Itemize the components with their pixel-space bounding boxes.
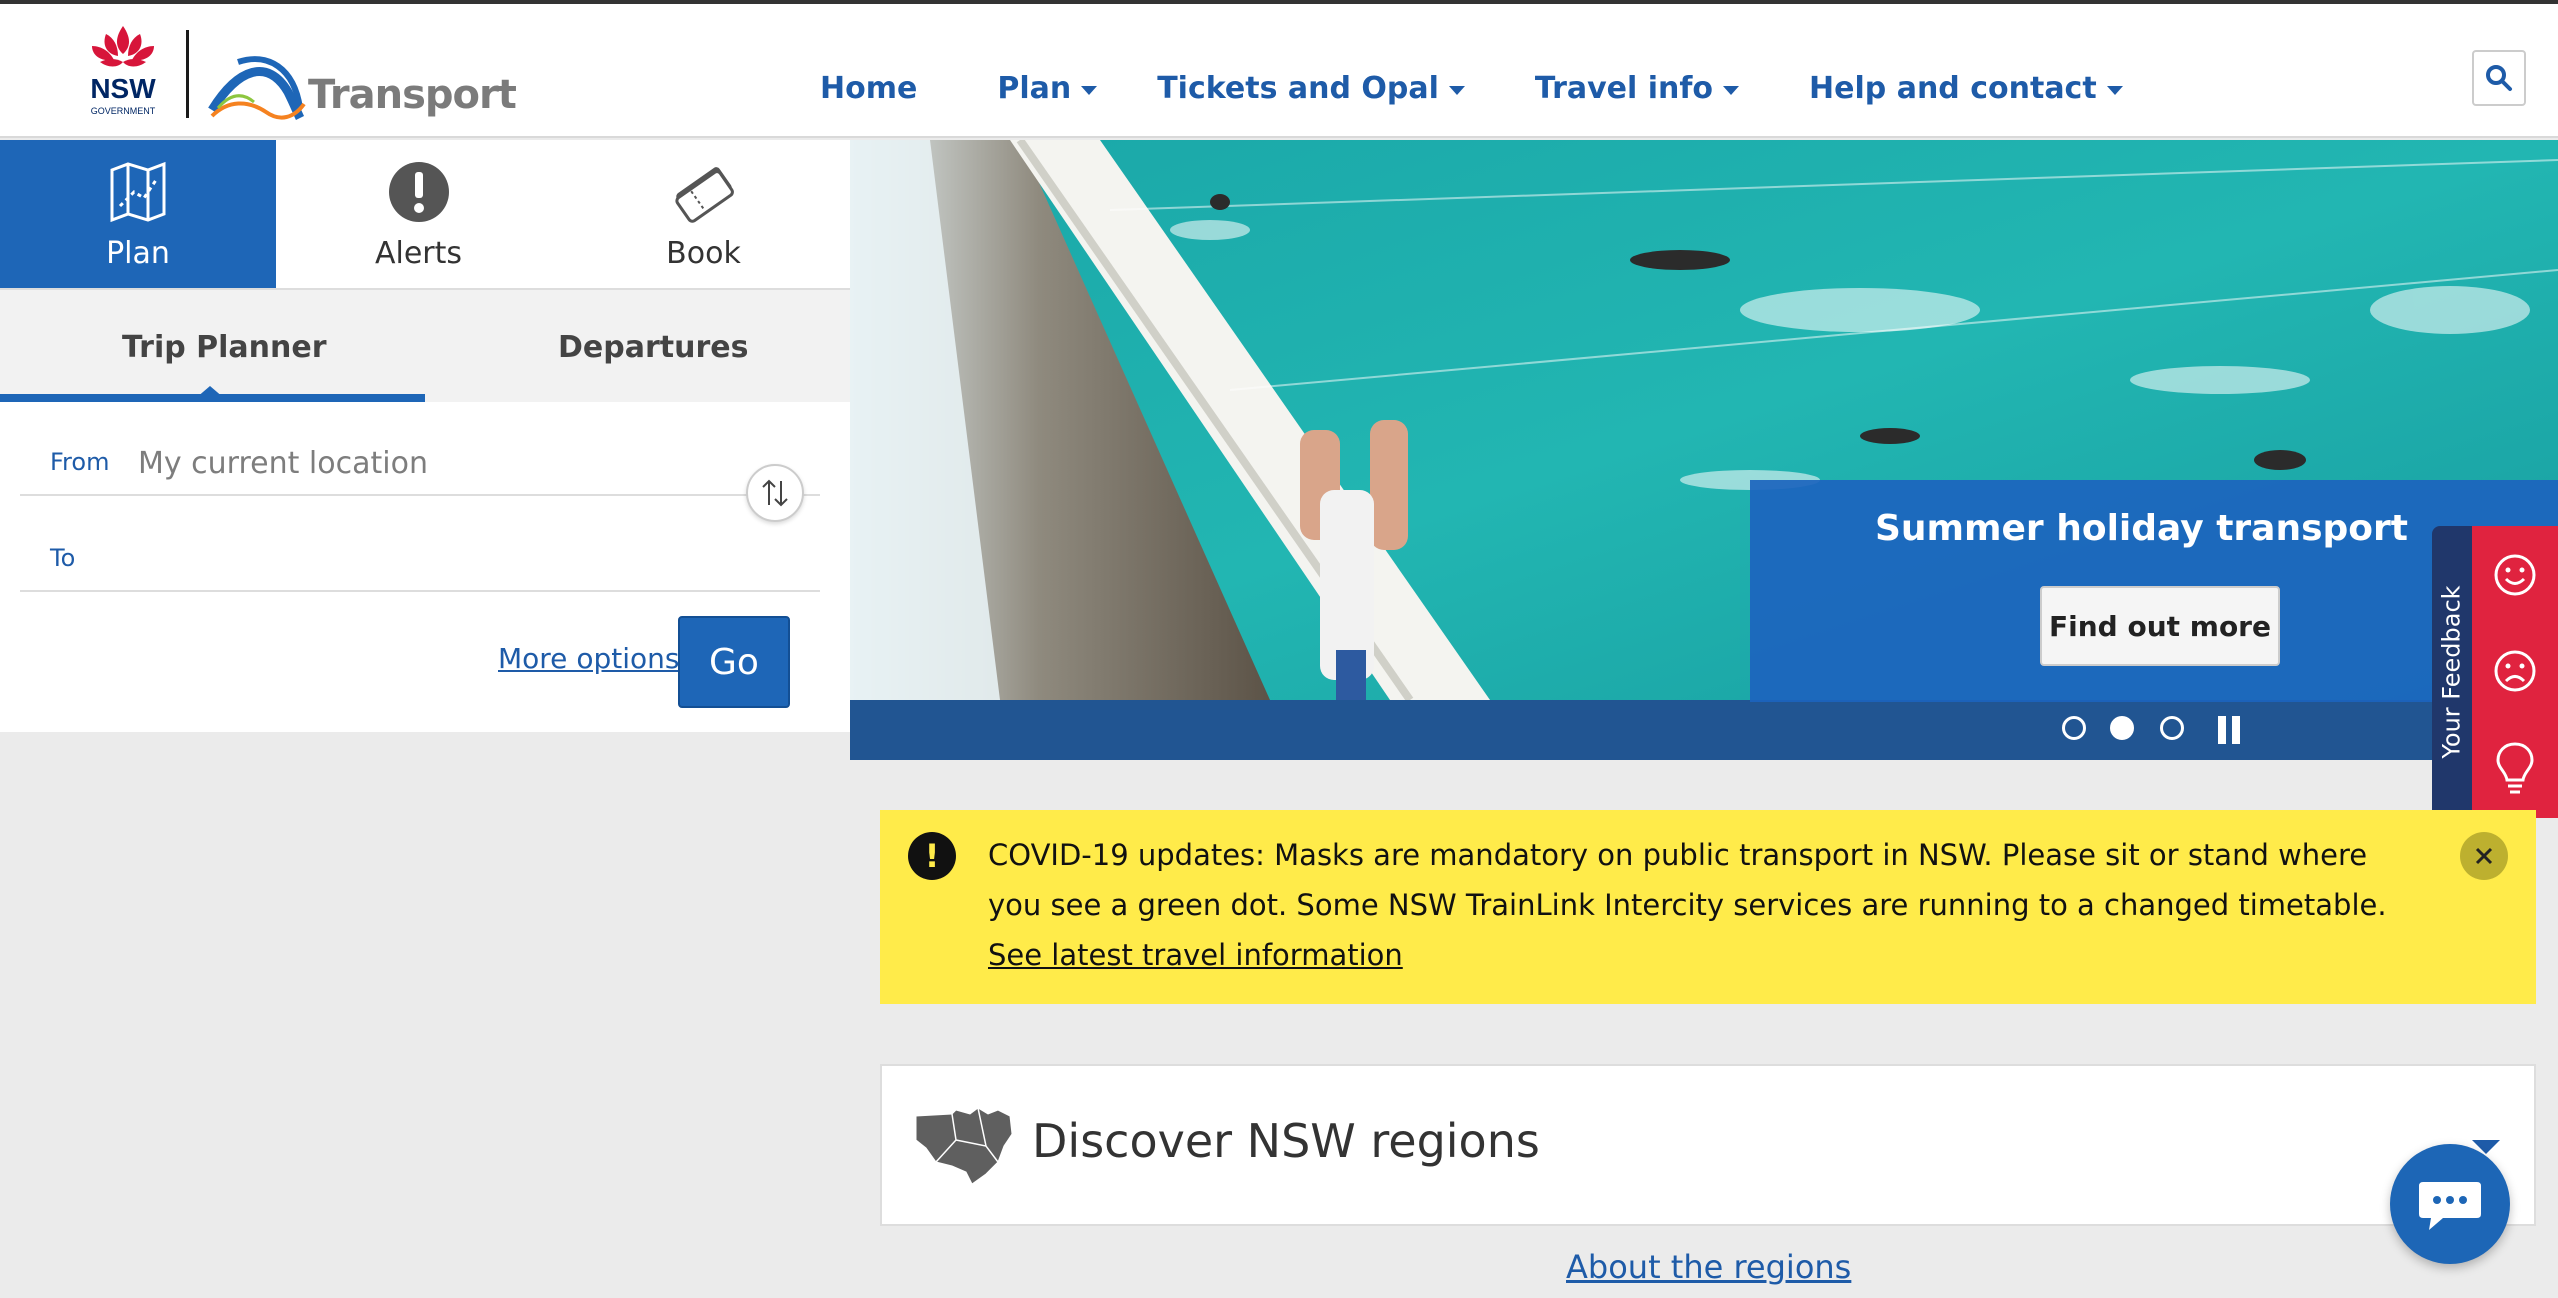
nsw-logo-text: NSW [90,73,156,104]
mode-tabs: Plan Alerts Book [0,140,850,288]
tab-departures[interactable]: Departures [558,330,748,365]
nav-travel-info[interactable]: Travel info [1534,66,1740,110]
from-divider [20,494,820,496]
feedback-label[interactable]: Your Feedback [2432,526,2472,818]
carousel-controls-bar [850,700,2558,760]
tab-trip-planner[interactable]: Trip Planner [122,330,327,365]
nav-tickets-label: Tickets and Opal [1157,70,1439,106]
alert-exclamation-icon: ! [908,832,956,880]
sad-face-icon[interactable] [2492,648,2538,694]
tab-book-label: Book [666,236,741,271]
pause-icon-bar [2232,716,2240,744]
more-options-link[interactable]: More options [498,642,679,675]
nsw-government-logo[interactable]: NSW GOVERNMENT [78,22,168,122]
exclamation-icon [388,162,449,222]
discover-regions-panel[interactable]: Discover NSW regions [880,1064,2536,1226]
carousel-pause-button[interactable] [2218,716,2242,744]
happy-face-icon[interactable] [2492,552,2538,598]
chat-bubble-icon [2419,1182,2481,1230]
close-icon [2475,847,2493,865]
chat-button[interactable] [2390,1144,2510,1264]
carousel-dot-2[interactable] [2110,716,2134,740]
active-tab-notch [196,386,224,398]
swap-locations-button[interactable] [746,464,804,522]
feedback-label-text: Your Feedback [2438,585,2466,759]
lightbulb-icon[interactable] [2492,740,2538,796]
to-input[interactable] [138,532,718,582]
carousel-dot-1[interactable] [2062,716,2086,740]
chevron-down-icon [2106,85,2123,95]
nsw-map-icon [915,1107,1013,1185]
ticket-icon [674,167,734,223]
from-label: From [50,448,110,476]
see-latest-travel-info-link[interactable]: See latest travel information [988,938,1403,972]
about-the-regions-link[interactable]: About the regions [1566,1248,1851,1286]
search-button[interactable] [2472,50,2526,106]
map-icon [110,161,166,223]
tab-plan[interactable]: Plan [0,140,276,288]
chevron-down-icon [1723,85,1740,95]
promo-title: Summer holiday transport [1874,508,2408,549]
alert-message: COVID-19 updates: Masks are mandatory on… [988,838,2387,922]
alert-close-button[interactable] [2460,832,2508,880]
search-icon [2486,65,2512,91]
covid-alert-banner: ! COVID-19 updates: Masks are mandatory … [880,810,2536,1004]
nav-home-label: Home [820,70,918,106]
main-nav: Home Plan Tickets and Opal Travel info H… [820,66,2123,110]
site-header: NSW GOVERNMENT Transport Home Plan Ticke… [0,4,2558,138]
to-divider [20,590,820,592]
planner-subtabs: Trip Planner Departures [0,288,850,402]
go-button[interactable]: Go [678,616,790,708]
chevron-down-icon [1448,85,1465,95]
nav-plan-label: Plan [997,70,1072,106]
carousel-dot-3[interactable] [2160,716,2184,740]
tab-book[interactable]: Book [561,140,846,288]
trip-planner-form: From To More options Go [0,402,850,732]
tab-plan-label: Plan [106,236,170,271]
from-input[interactable] [138,438,718,488]
find-out-more-button[interactable]: Find out more [2040,586,2280,666]
nav-home[interactable]: Home [820,66,917,110]
alert-text: COVID-19 updates: Masks are mandatory on… [988,830,2418,980]
feedback-icons-panel [2472,526,2558,818]
nsw-logo-subtext: GOVERNMENT [91,106,156,116]
pause-icon [2218,716,2226,744]
tab-alerts-label: Alerts [374,236,463,271]
transport-brand: Transport [308,72,517,118]
nav-help-and-contact[interactable]: Help and contact [1809,66,2123,110]
tab-alerts[interactable]: Alerts [276,140,561,288]
discover-title: Discover NSW regions [1032,1114,1540,1168]
swap-arrows-icon [762,479,788,507]
nav-travel-info-label: Travel info [1534,70,1714,106]
to-label: To [50,544,76,572]
nav-help-label: Help and contact [1809,70,2097,106]
nav-plan[interactable]: Plan [997,66,1098,110]
logo-divider [186,30,189,118]
nav-tickets-and-opal[interactable]: Tickets and Opal [1157,66,1465,110]
chevron-down-icon [1081,85,1098,95]
